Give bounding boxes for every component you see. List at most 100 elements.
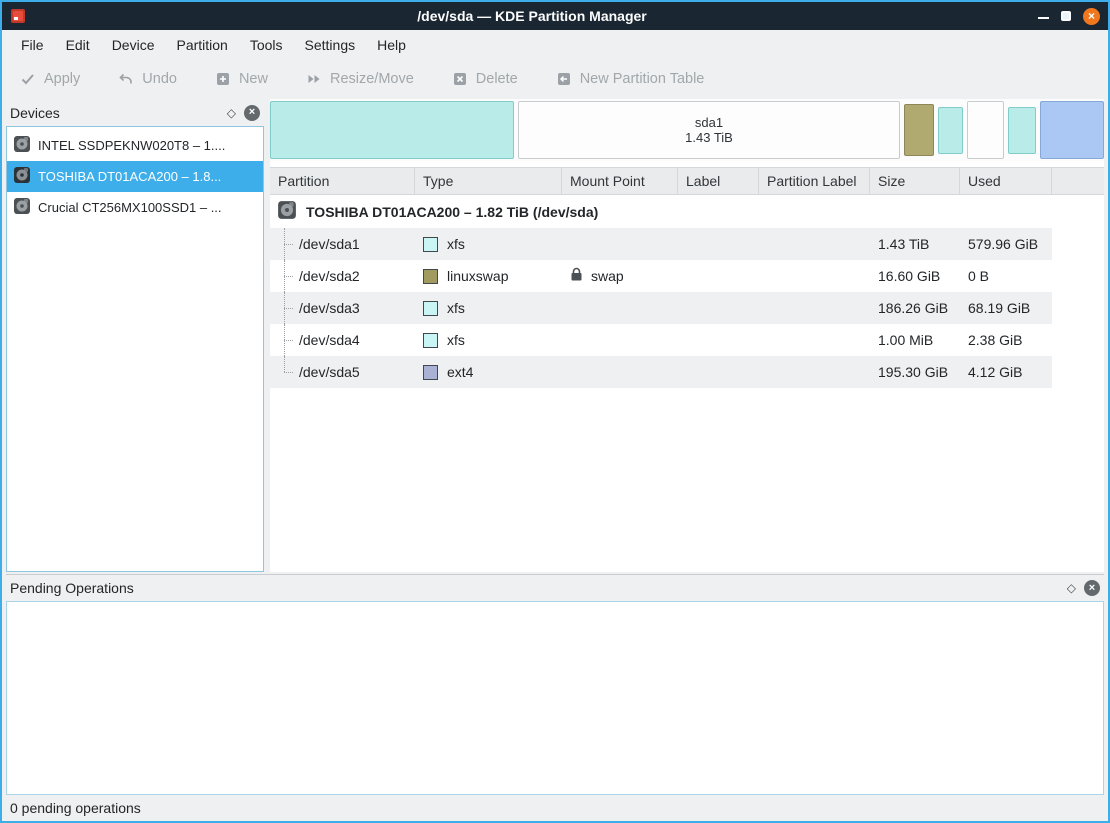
new-partition-table-icon <box>556 71 572 87</box>
column-header-size[interactable]: Size <box>870 168 960 194</box>
disk-icon <box>13 197 31 218</box>
partition-table-header: Partition Type Mount Point Label Partiti… <box>270 167 1104 195</box>
used-cell: 579.96 GiB <box>960 228 1052 260</box>
partition-label-cell <box>759 324 870 356</box>
statusbar: 0 pending operations <box>2 795 1108 821</box>
menu-tools[interactable]: Tools <box>239 32 294 58</box>
partition-bar-segment-sda4[interactable] <box>1008 107 1036 154</box>
partition-row-sda3[interactable]: /dev/sda3 xfs 186.26 GiB 68.19 GiB <box>270 292 1052 324</box>
devices-panel: Devices ◇ × INTEL SSDPEKNW020T8 – 1.... … <box>6 99 264 572</box>
partition-row-sda2[interactable]: /dev/sda2 linuxswap swap 16.60 GiB 0 B <box>270 260 1052 292</box>
device-detail-panel: sda1 1.43 TiB Partition Type Mount Point… <box>270 99 1104 572</box>
undo-button[interactable]: Undo <box>118 71 177 87</box>
size-cell: 1.00 MiB <box>870 324 960 356</box>
partition-bar: sda1 1.43 TiB <box>270 99 1104 161</box>
column-header-label[interactable]: Label <box>678 168 759 194</box>
partition-label-cell <box>759 228 870 260</box>
filesystem-swatch <box>423 333 438 348</box>
device-label: INTEL SSDPEKNW020T8 – 1.... <box>38 138 225 153</box>
partition-bar-segment-sda5[interactable] <box>1040 101 1104 159</box>
disk-icon <box>277 200 297 223</box>
label-cell <box>678 324 759 356</box>
partition-name: /dev/sda4 <box>299 332 360 348</box>
menu-partition[interactable]: Partition <box>165 32 238 58</box>
menu-edit[interactable]: Edit <box>55 32 101 58</box>
close-panel-icon[interactable]: × <box>1084 580 1100 596</box>
mount-point-cell <box>562 292 678 324</box>
column-header-type[interactable]: Type <box>415 168 562 194</box>
disk-icon <box>13 135 31 156</box>
apply-button[interactable]: Apply <box>20 71 80 87</box>
menu-help[interactable]: Help <box>366 32 417 58</box>
undo-icon <box>118 71 134 87</box>
partition-label-cell <box>759 292 870 324</box>
segment-label-size: 1.43 TiB <box>519 130 899 145</box>
size-cell: 195.30 GiB <box>870 356 960 388</box>
menu-file[interactable]: File <box>10 32 55 58</box>
devices-panel-header: Devices ◇ × <box>6 99 264 126</box>
tree-branch <box>284 356 299 388</box>
partition-bar-segment-sda3-used[interactable] <box>938 107 963 154</box>
column-header-partition-label[interactable]: Partition Label <box>759 168 870 194</box>
menu-device[interactable]: Device <box>101 32 166 58</box>
device-group-row[interactable]: TOSHIBA DT01ACA200 – 1.82 TiB (/dev/sda) <box>270 195 1104 228</box>
partition-row-sda5[interactable]: /dev/sda5 ext4 195.30 GiB 4.12 GiB <box>270 356 1052 388</box>
filesystem-type: xfs <box>447 300 465 316</box>
partition-label-cell <box>759 356 870 388</box>
pending-operations-title: Pending Operations <box>10 580 1059 596</box>
partition-row-sda1[interactable]: /dev/sda1 xfs 1.43 TiB 579.96 GiB <box>270 228 1052 260</box>
menu-settings[interactable]: Settings <box>294 32 367 58</box>
used-cell: 4.12 GiB <box>960 356 1052 388</box>
partition-label-cell <box>759 260 870 292</box>
partition-name: /dev/sda3 <box>299 300 360 316</box>
pending-operations-list <box>6 601 1104 795</box>
column-header-partition[interactable]: Partition <box>270 168 415 194</box>
partition-bar-segment-sda1-used[interactable] <box>270 101 514 159</box>
minimize-icon[interactable] <box>1038 17 1049 19</box>
pending-operations-header: Pending Operations ◇ × <box>6 575 1104 601</box>
device-group-label: TOSHIBA DT01ACA200 – 1.82 TiB (/dev/sda) <box>306 204 598 220</box>
mount-point-cell <box>562 356 678 388</box>
device-item-toshiba[interactable]: TOSHIBA DT01ACA200 – 1.8... <box>7 161 263 192</box>
device-item-intel[interactable]: INTEL SSDPEKNW020T8 – 1.... <box>7 130 263 161</box>
devices-list: INTEL SSDPEKNW020T8 – 1.... TOSHIBA DT01… <box>6 126 264 572</box>
maximize-icon[interactable] <box>1061 11 1071 21</box>
close-panel-icon[interactable]: × <box>244 105 260 121</box>
disk-icon <box>13 166 31 187</box>
titlebar: /dev/sda — KDE Partition Manager × <box>2 2 1108 30</box>
delete-partition-button[interactable]: Delete <box>452 71 518 87</box>
main-area: Devices ◇ × INTEL SSDPEKNW020T8 – 1.... … <box>2 98 1108 574</box>
partition-row-sda4[interactable]: /dev/sda4 xfs 1.00 MiB 2.38 GiB <box>270 324 1052 356</box>
label-cell <box>678 356 759 388</box>
toolbar: Apply Undo New Resize/Move Delete New Pa… <box>2 60 1108 98</box>
pending-operations-panel: Pending Operations ◇ × <box>6 574 1104 795</box>
filesystem-swatch <box>423 301 438 316</box>
float-panel-icon[interactable]: ◇ <box>1067 582 1076 594</box>
new-partition-table-button[interactable]: New Partition Table <box>556 71 705 87</box>
device-item-crucial[interactable]: Crucial CT256MX100SSD1 – ... <box>7 192 263 223</box>
size-cell: 186.26 GiB <box>870 292 960 324</box>
label-cell <box>678 260 759 292</box>
new-partition-icon <box>215 71 231 87</box>
partition-bar-segment-sda1[interactable]: sda1 1.43 TiB <box>518 101 900 159</box>
pending-operations-count: 0 pending operations <box>10 800 141 816</box>
size-cell: 1.43 TiB <box>870 228 960 260</box>
tree-branch <box>284 260 299 292</box>
tree-branch <box>284 228 299 260</box>
partition-bar-segment-sda3-free[interactable] <box>967 101 1004 159</box>
mount-point-cell <box>562 228 678 260</box>
resize-move-icon <box>306 71 322 87</box>
close-icon[interactable]: × <box>1083 8 1100 25</box>
filesystem-swatch <box>423 237 438 252</box>
float-panel-icon[interactable]: ◇ <box>227 107 236 119</box>
device-label: Crucial CT256MX100SSD1 – ... <box>38 200 222 215</box>
resize-move-button[interactable]: Resize/Move <box>306 71 414 87</box>
window-title: /dev/sda — KDE Partition Manager <box>26 8 1038 24</box>
partition-bar-segment-sda2[interactable] <box>904 104 934 156</box>
new-partition-button[interactable]: New <box>215 71 268 87</box>
column-header-used[interactable]: Used <box>960 168 1052 194</box>
column-header-mount-point[interactable]: Mount Point <box>562 168 678 194</box>
partition-name: /dev/sda5 <box>299 364 360 380</box>
app-icon <box>10 8 26 24</box>
label-cell <box>678 292 759 324</box>
